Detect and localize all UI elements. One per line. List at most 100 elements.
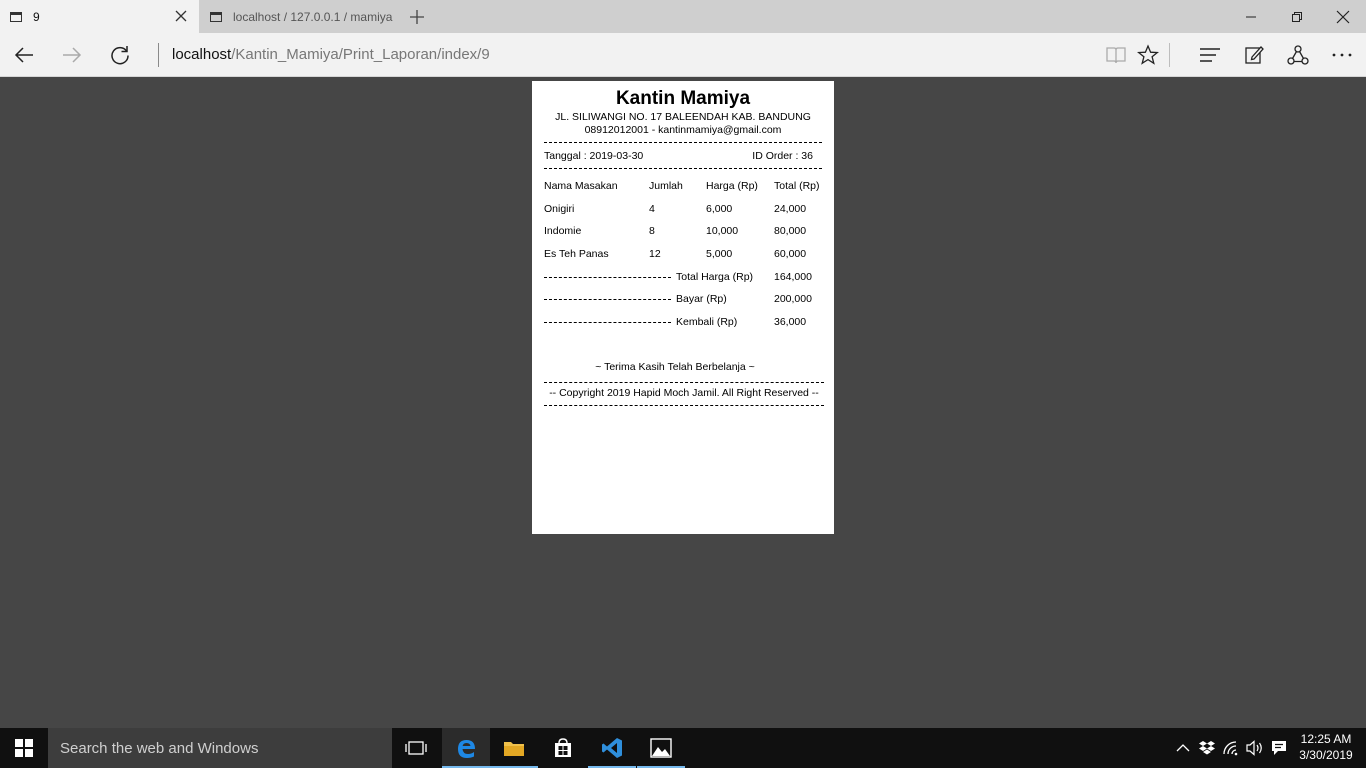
web-note-button[interactable] (1242, 43, 1266, 67)
more-button[interactable] (1330, 43, 1354, 67)
web-note-icon (1245, 46, 1264, 64)
task-view-button[interactable] (392, 728, 440, 768)
address-path: /Kantin_Mamiya/Print_Laporan/index/9 (231, 46, 490, 63)
taskbar-vscode[interactable] (588, 728, 636, 768)
clock-time: 12:25 AM (1300, 732, 1352, 746)
share-button[interactable] (1286, 43, 1310, 67)
item-total: 80,000 (774, 225, 807, 237)
taskbar: Search the web and Windows 12:25 AM 3/30… (0, 728, 1366, 768)
restore-button[interactable] (1274, 0, 1320, 33)
hub-button[interactable] (1198, 43, 1222, 67)
taskbar-clock[interactable]: 12:25 AM 3/30/2019 (1294, 731, 1358, 763)
page-icon (210, 11, 222, 22)
dropbox-tray-icon[interactable] (1197, 738, 1217, 758)
divider (544, 382, 824, 383)
column-header-price: Harga (Rp) (706, 180, 758, 192)
plus-icon (410, 10, 424, 24)
divider (544, 322, 671, 323)
receipt-page: Kantin Mamiya JL. SILIWANGI NO. 17 BALEE… (532, 81, 834, 534)
minimize-button[interactable] (1228, 0, 1274, 33)
store-icon (555, 738, 571, 757)
item-total: 60,000 (774, 248, 807, 260)
page-icon (10, 11, 22, 22)
item-name: Indomie (544, 225, 582, 237)
tab-title: localhost / 127.0.0.1 / mamiya (233, 9, 393, 24)
back-arrow-icon (14, 47, 33, 63)
search-placeholder: Search the web and Windows (60, 740, 259, 757)
taskbar-file-explorer[interactable] (490, 728, 538, 768)
summary-value: 36,000 (774, 316, 807, 328)
receipt-date: Tanggal : 2019-03-30 (544, 150, 644, 162)
favorites-button[interactable] (1136, 43, 1160, 67)
reading-view-button[interactable] (1104, 43, 1128, 67)
wifi-icon (1223, 741, 1238, 756)
item-qty: 4 (649, 203, 655, 215)
tab-print-laporan[interactable]: 9 (0, 0, 199, 33)
shop-name: Kantin Mamiya (615, 88, 751, 109)
item-qty: 8 (649, 225, 655, 237)
item-price: 6,000 (706, 203, 733, 215)
taskbar-edge[interactable] (442, 728, 490, 768)
item-qty: 12 (649, 248, 661, 260)
item-name: Onigiri (544, 203, 575, 215)
summary-value: 200,000 (774, 293, 812, 305)
search-box[interactable]: Search the web and Windows (48, 728, 392, 768)
task-view-icon (405, 741, 427, 755)
address-field[interactable]: localhost/Kantin_Mamiya/Print_Laporan/in… (172, 46, 490, 63)
tab-phpmyadmin[interactable]: localhost / 127.0.0.1 / mamiya (200, 0, 400, 33)
navigation-bar: localhost/Kantin_Mamiya/Print_Laporan/in… (0, 33, 1366, 77)
tab-bar: 9 localhost / 127.0.0.1 / mamiya (0, 0, 1366, 33)
folder-icon (504, 742, 524, 756)
item-price: 5,000 (706, 248, 733, 260)
divider (544, 142, 822, 143)
receipt-order-id: ID Order : 36 (752, 150, 813, 162)
reading-view-icon (1106, 47, 1126, 64)
close-icon (1336, 10, 1350, 23)
tab-title: 9 (33, 9, 40, 24)
taskbar-store[interactable] (539, 728, 587, 768)
summary-value: 164,000 (774, 271, 812, 283)
divider (544, 405, 824, 406)
show-hidden-icons-button[interactable] (1173, 738, 1193, 758)
divider (544, 168, 822, 169)
vscode-icon (602, 738, 622, 758)
chevron-up-icon (1176, 744, 1190, 752)
copyright-text: -- Copyright 2019 Hapid Moch Jamil. All … (549, 387, 819, 399)
minimize-icon (1246, 16, 1256, 17)
address-host: localhost (172, 46, 232, 63)
item-total: 24,000 (774, 203, 807, 215)
column-header-name: Nama Masakan (544, 180, 618, 192)
divider (544, 277, 671, 278)
network-tray-icon[interactable] (1221, 738, 1241, 758)
column-header-total: Total (Rp) (774, 180, 820, 192)
star-icon (1137, 44, 1159, 65)
forward-button[interactable] (58, 41, 86, 69)
refresh-button[interactable] (106, 41, 134, 69)
refresh-icon (111, 46, 129, 65)
volume-tray-icon[interactable] (1245, 738, 1265, 758)
windows-logo-icon (15, 739, 33, 757)
clock-date: 3/30/2019 (1299, 748, 1353, 762)
close-tab-icon[interactable] (173, 8, 189, 24)
close-window-button[interactable] (1320, 0, 1366, 33)
hub-icon (1200, 48, 1220, 62)
item-name: Es Teh Panas (544, 248, 609, 260)
divider (544, 299, 671, 300)
notification-icon (1272, 741, 1286, 755)
item-price: 10,000 (706, 225, 739, 237)
photos-icon (650, 738, 672, 758)
edge-icon (458, 740, 475, 758)
back-button[interactable] (10, 41, 38, 69)
column-header-qty: Jumlah (649, 180, 683, 192)
thank-you-message: ~ Terima Kasih Telah Berbelanja ~ (595, 361, 755, 373)
forward-arrow-icon (63, 47, 82, 63)
action-center-button[interactable] (1269, 738, 1289, 758)
address-divider (158, 43, 159, 67)
taskbar-photos[interactable] (637, 728, 685, 768)
start-button[interactable] (0, 728, 48, 768)
share-icon (1287, 45, 1309, 65)
summary-label: Total Harga (Rp) (676, 271, 754, 283)
shop-contact: 08912012001 - kantinmamiya@gmail.com (584, 124, 782, 136)
shop-address: JL. SILIWANGI NO. 17 BALEENDAH KAB. BAND… (555, 111, 811, 123)
new-tab-button[interactable] (405, 5, 429, 29)
